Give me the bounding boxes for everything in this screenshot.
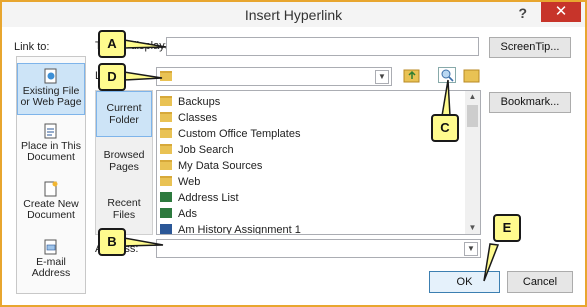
callout-a: A — [98, 30, 126, 58]
insert-hyperlink-dialog: Insert Hyperlink ? ✕ Link to: Existing F… — [0, 0, 587, 307]
callout-pointers — [123, 39, 500, 282]
callout-e: E — [493, 214, 521, 242]
callout-b: B — [98, 228, 126, 256]
callout-d: D — [98, 63, 126, 91]
callout-c: C — [431, 114, 459, 142]
